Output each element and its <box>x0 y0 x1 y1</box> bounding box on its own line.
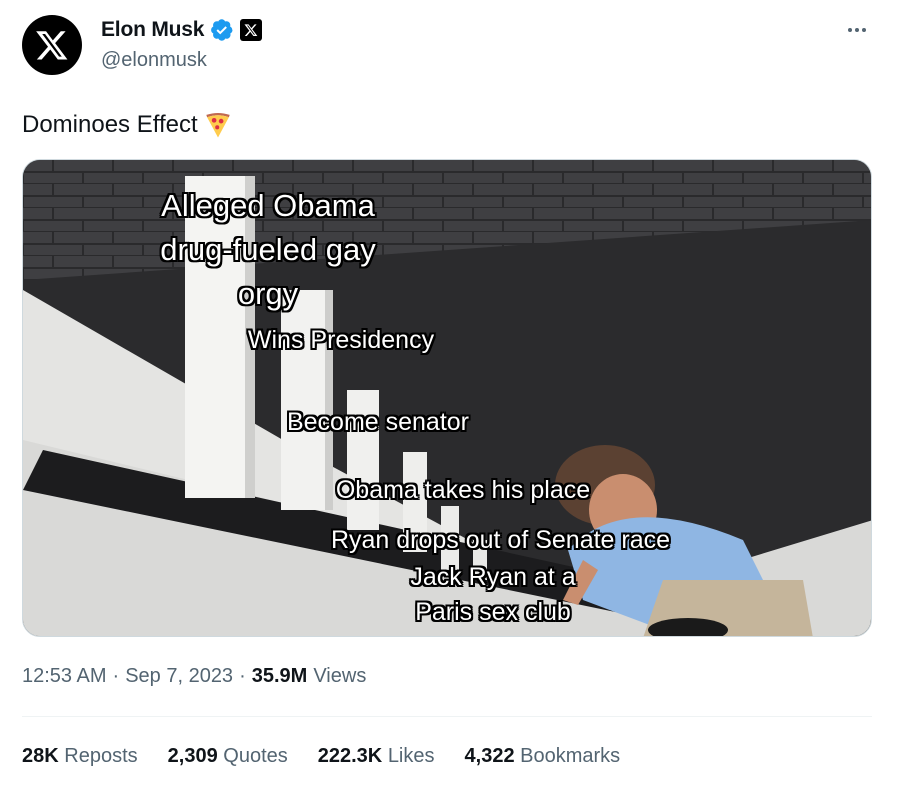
avatar[interactable] <box>22 15 82 75</box>
caption-line: orgy <box>237 276 299 311</box>
reposts-count: 28K <box>22 745 59 767</box>
more-dot-icon <box>862 28 866 32</box>
engagement-stats: 28K Reposts 2,309 Quotes 222.3K Likes 4,… <box>22 745 620 768</box>
caption-become-senator: Become senator <box>286 408 470 436</box>
separator-dot: · <box>112 665 120 687</box>
pizza-icon <box>205 112 230 138</box>
quotes-stat[interactable]: 2,309 Quotes <box>168 745 288 768</box>
more-options-button[interactable] <box>845 18 869 42</box>
tweet-media-image[interactable]: Alleged Obama drug-fueled gay orgy Wins … <box>22 159 872 637</box>
name-row: Elon Musk <box>101 16 263 44</box>
x-logo-icon <box>36 31 68 60</box>
caption-alleged-obama: Alleged Obama drug-fueled gay orgy <box>118 184 418 316</box>
tweet-text-content: Dominoes Effect <box>22 111 198 138</box>
tweet-time[interactable]: 12:53 AM <box>22 665 107 688</box>
tweet-meta: 12:53 AM · Sep 7, 2023 · 35.9M Views <box>22 665 366 688</box>
likes-label: Likes <box>387 745 435 767</box>
affiliation-badge[interactable] <box>240 19 263 41</box>
reposts-stat[interactable]: 28K Reposts <box>22 745 138 768</box>
bookmarks-count: 4,322 <box>464 745 515 767</box>
bookmarks-stat[interactable]: 4,322 Bookmarks <box>465 745 621 768</box>
author-block: Elon Musk @elonmusk <box>101 16 263 72</box>
display-name[interactable]: Elon Musk <box>101 18 204 42</box>
tweet-text: Dominoes Effect <box>22 111 232 139</box>
verified-badge-icon[interactable] <box>210 18 234 42</box>
caption-jack-ryan: Jack Ryan at a Paris sex club <box>383 560 603 630</box>
views-count: 35.9M <box>251 665 308 687</box>
divider <box>22 716 872 717</box>
caption-wins-presidency: Wins Presidency <box>247 326 435 354</box>
caption-ryan-drops-out: Ryan drops out of Senate race <box>330 526 671 554</box>
likes-count: 222.3K <box>317 745 383 767</box>
tweet-date[interactable]: Sep 7, 2023 <box>125 665 233 688</box>
caption-line: Paris sex club <box>415 598 571 626</box>
views-label: Views <box>313 665 367 687</box>
more-dot-icon <box>855 28 859 32</box>
separator-dot: · <box>239 665 246 687</box>
more-dot-icon <box>848 28 852 32</box>
quotes-count: 2,309 <box>167 745 218 767</box>
x-logo-icon <box>244 24 258 36</box>
quotes-label: Quotes <box>223 745 288 767</box>
caption-line: drug-fueled gay <box>160 232 376 267</box>
caption-obama-takes-place: Obama takes his place <box>335 476 591 504</box>
caption-line: Jack Ryan at a <box>410 563 576 591</box>
caption-line: Alleged Obama <box>161 188 375 223</box>
bookmarks-label: Bookmarks <box>520 745 621 767</box>
reposts-label: Reposts <box>64 745 138 767</box>
likes-stat[interactable]: 222.3K Likes <box>318 745 435 768</box>
user-handle[interactable]: @elonmusk <box>101 49 262 72</box>
